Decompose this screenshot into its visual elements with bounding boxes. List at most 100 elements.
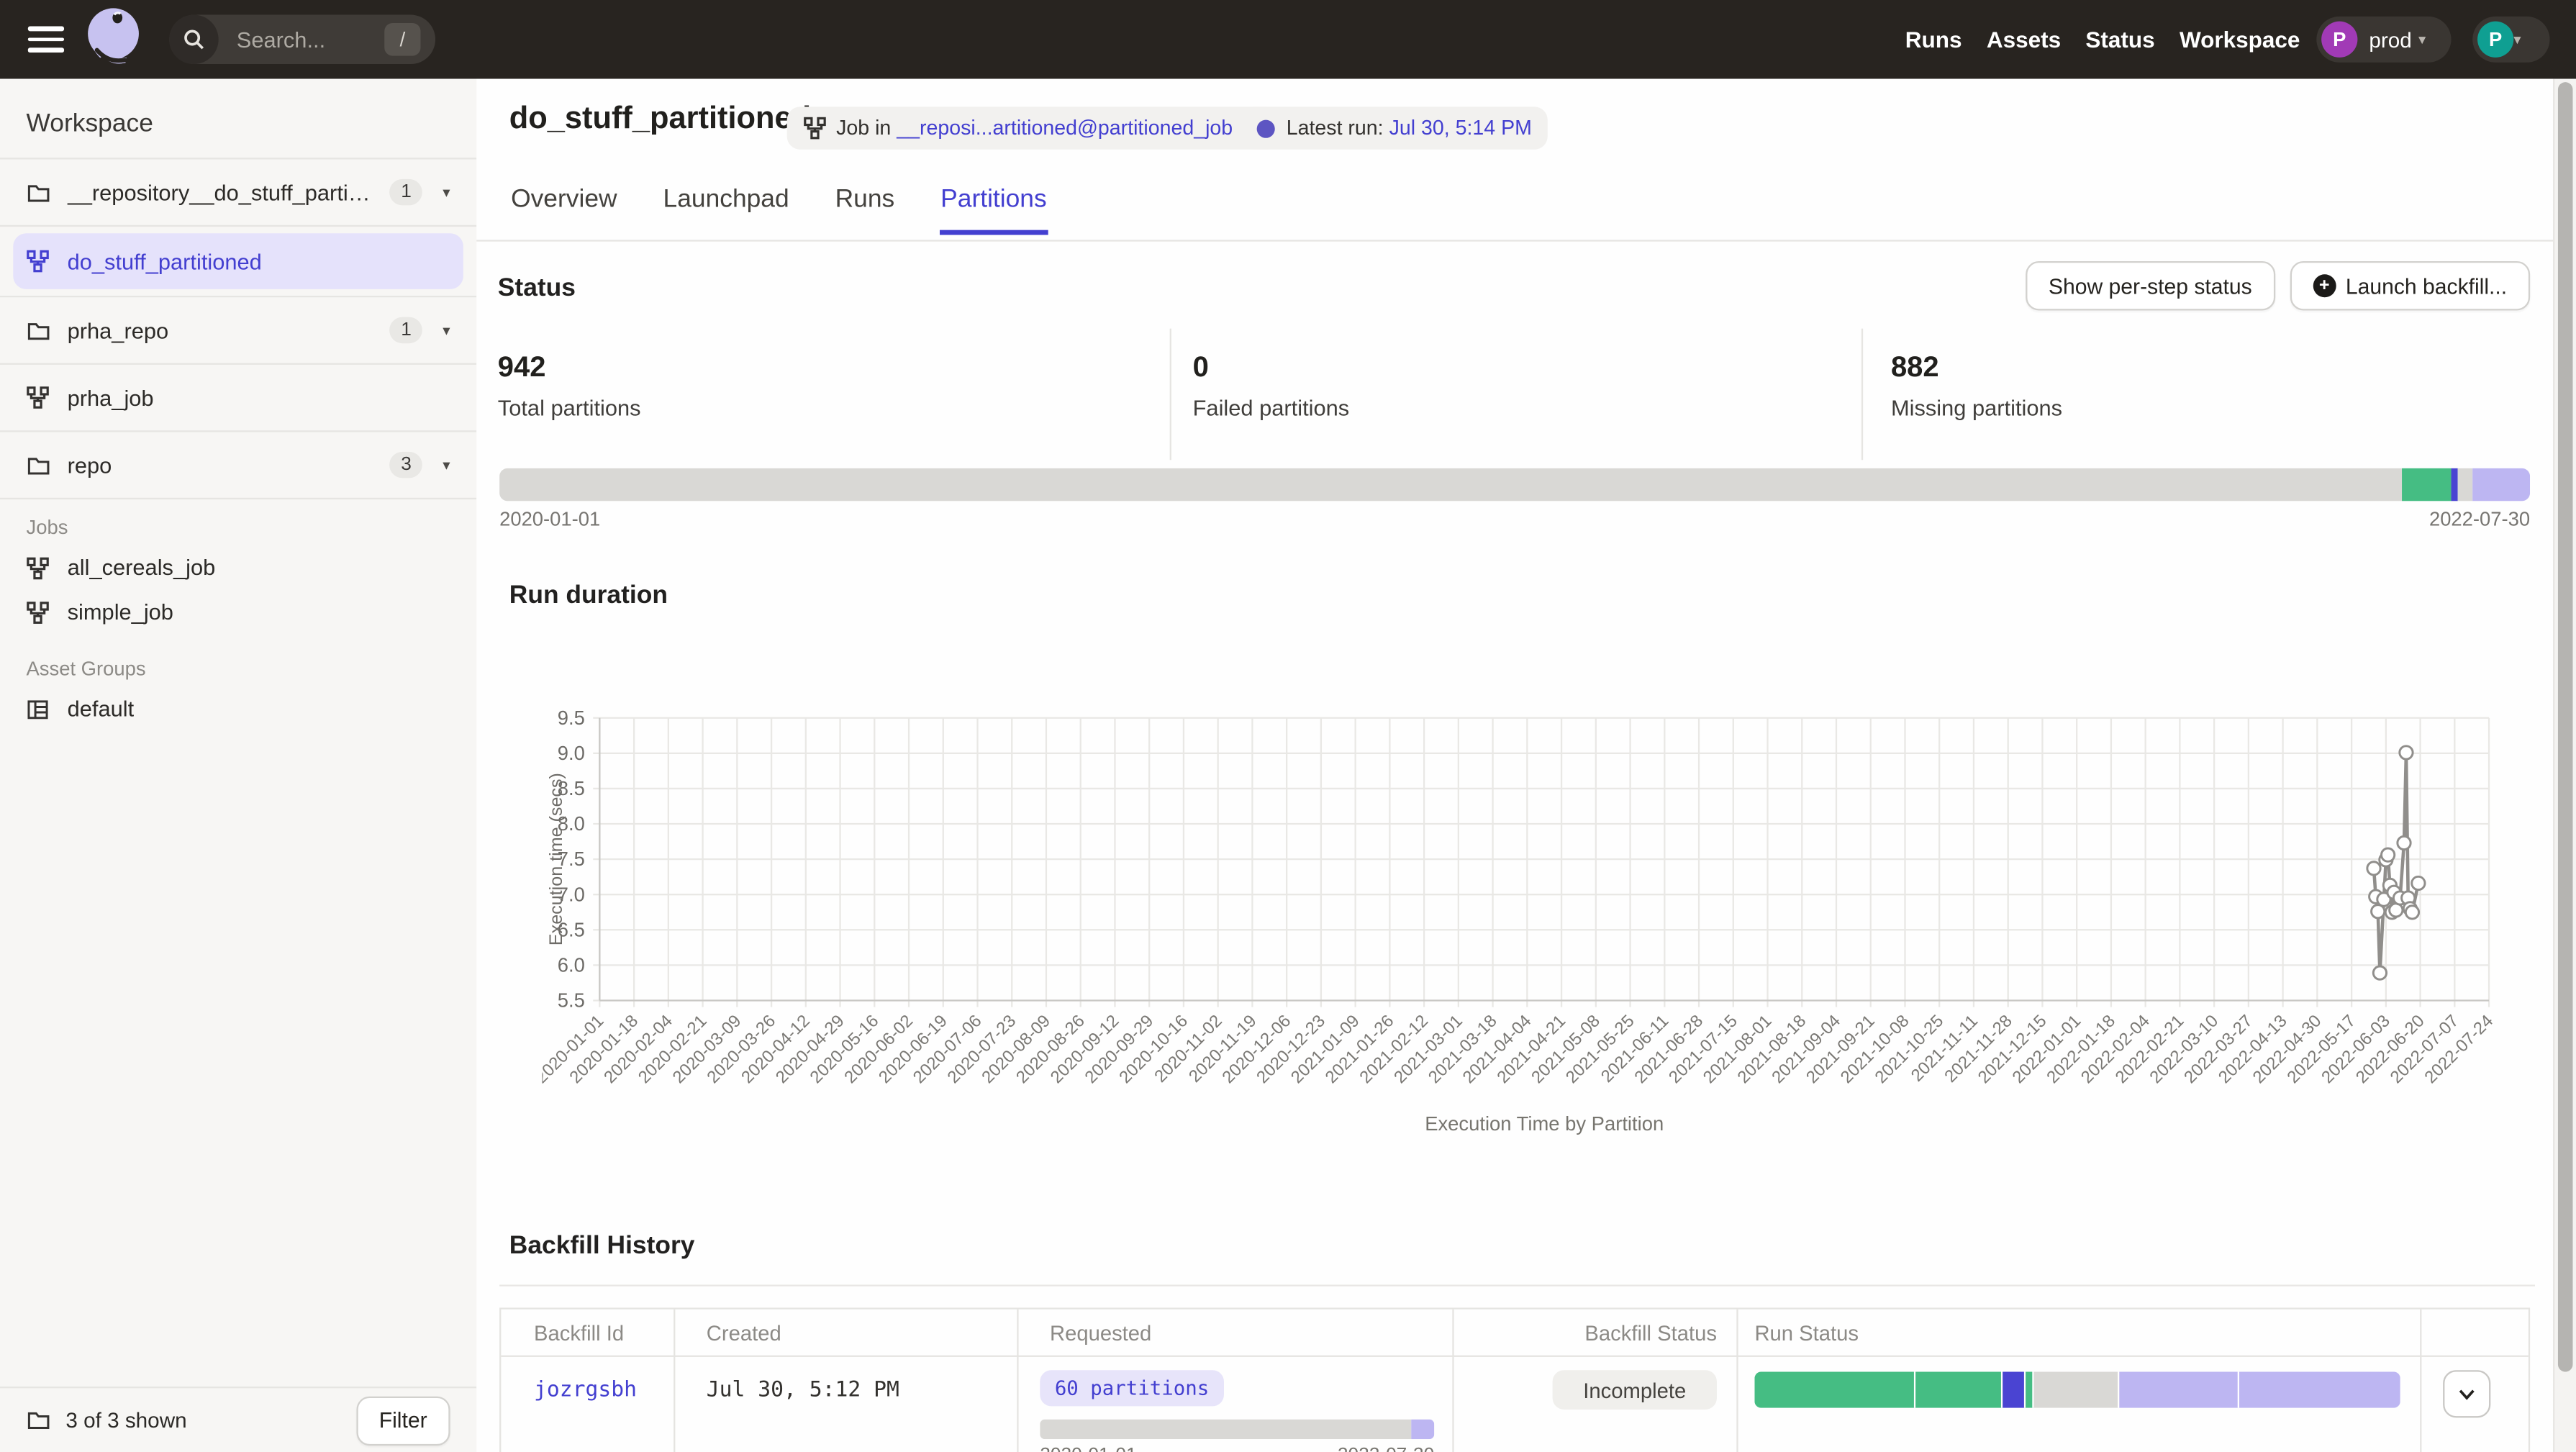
stat-total-partitions: 942Total partitions xyxy=(476,329,1170,460)
chevron-down-icon[interactable]: ▾ xyxy=(443,456,450,474)
backfill-history-heading: Backfill History xyxy=(509,1232,695,1261)
expand-row-button[interactable] xyxy=(2443,1370,2490,1417)
tab-launchpad[interactable]: Launchpad xyxy=(661,181,791,235)
dagster-logo-icon[interactable] xyxy=(82,5,145,74)
folder-icon xyxy=(27,453,51,477)
user-menu[interactable]: P ▾ xyxy=(2472,17,2549,63)
job-icon xyxy=(27,599,51,624)
job-icon xyxy=(27,555,51,580)
segment-lavender xyxy=(2240,1371,2400,1407)
segment-gray xyxy=(2457,468,2472,502)
folder-icon xyxy=(27,318,51,342)
launch-backfill-button[interactable]: +Launch backfill... xyxy=(2290,261,2530,310)
stat-missing-partitions: 882Missing partitions xyxy=(1861,329,2555,460)
section-divider xyxy=(499,1284,2535,1286)
backfill-table: Backfill Id Created Requested Backfill S… xyxy=(499,1307,2530,1452)
top-nav-workspace[interactable]: Workspace xyxy=(2180,27,2300,52)
chevron-down-icon: ▾ xyxy=(2418,30,2426,48)
hamburger-menu-icon[interactable] xyxy=(28,27,64,53)
job-tabs: Overview Launchpad Runs Partitions xyxy=(476,181,2554,241)
sidebar-item-label: prha_job xyxy=(68,385,154,409)
backfill-id-link[interactable]: jozrgsbh xyxy=(534,1379,637,1403)
tab-partitions[interactable]: Partitions xyxy=(939,181,1048,235)
top-nav-runs[interactable]: Runs xyxy=(1905,27,1962,52)
search-icon xyxy=(169,15,218,64)
stat-value: 942 xyxy=(498,350,1170,384)
requested-partitions-chip[interactable]: 60 partitions xyxy=(1040,1370,1224,1406)
sidebar-item-default[interactable]: default xyxy=(0,686,476,731)
sidebar-item-label: default xyxy=(68,696,135,721)
job-chip-prefix: Job in xyxy=(836,117,891,140)
job-origin-chip: Job in __reposi...artitioned@partitioned… xyxy=(787,106,1280,149)
sidebar-footer: 3 of 3 shown Filter xyxy=(0,1387,476,1452)
sidebar-item-repo[interactable]: repo3▾ xyxy=(0,432,476,499)
requested-range-start: 2020-01-01 xyxy=(1040,1446,1136,1452)
sidebar-section-heading: Asset Groups xyxy=(27,657,477,680)
page-title: do_stuff_partitioned xyxy=(509,102,811,138)
requested-progress-bar xyxy=(1040,1420,1434,1439)
top-nav-assets[interactable]: Assets xyxy=(1987,27,2061,52)
repo-count-label: 3 of 3 shown xyxy=(65,1408,186,1433)
show-per-step-status-button[interactable]: Show per-step status xyxy=(2026,261,2275,310)
sidebar-item-label: prha_repo xyxy=(68,318,169,342)
sidebar-item-simple-job[interactable]: simple_job xyxy=(0,590,476,635)
deployment-switcher[interactable]: P prod ▾ xyxy=(2316,17,2451,63)
segment-gray xyxy=(1040,1420,1411,1439)
tab-overview[interactable]: Overview xyxy=(509,181,619,235)
partition-bar-dates: 2020-01-01 2022-07-30 xyxy=(499,508,2530,531)
segment-green xyxy=(1916,1371,2003,1407)
global-search: / xyxy=(169,15,435,64)
sidebar-title: Workspace xyxy=(27,110,477,140)
latest-run-link[interactable]: Jul 30, 5:14 PM xyxy=(1389,117,1532,140)
sidebar-item-repository-do-stuff-partitio[interactable]: __repository__do_stuff_partitio... 1 ▾ xyxy=(0,159,476,227)
filter-button[interactable]: Filter xyxy=(356,1396,450,1445)
partition-stats: 942Total partitions0Failed partitions882… xyxy=(476,329,2554,460)
top-nav-status[interactable]: Status xyxy=(2085,27,2154,52)
chevron-down-icon xyxy=(2458,1387,2476,1400)
stat-failed-partitions: 0Failed partitions xyxy=(1170,329,1861,460)
chevron-down-icon: ▾ xyxy=(2513,30,2521,48)
chevron-down-icon[interactable]: ▾ xyxy=(443,183,450,201)
requested-range-dates: 2020-01-01 2022-07-30 xyxy=(1040,1446,1434,1452)
folder-icon xyxy=(27,1408,51,1433)
sidebar-item-do-stuff-partitioned[interactable]: do_stuff_partitioned xyxy=(0,233,476,297)
scrollbar-thumb[interactable] xyxy=(2557,82,2572,1371)
top-nav-links: Runs Assets Status Workspace xyxy=(1905,0,2300,79)
stat-value: 0 xyxy=(1193,350,1861,384)
page-scrollbar[interactable] xyxy=(2553,79,2576,1452)
tab-runs[interactable]: Runs xyxy=(833,181,896,235)
sidebar-item-prha-repo[interactable]: prha_repo1▾ xyxy=(0,297,476,365)
search-input[interactable] xyxy=(233,25,368,53)
partition-range-start: 2020-01-01 xyxy=(499,508,600,531)
partition-status-bar[interactable] xyxy=(499,468,2530,502)
grid-icon xyxy=(27,696,51,721)
plus-circle-icon: + xyxy=(2313,274,2336,297)
col-run-status: Run Status xyxy=(1754,1321,1859,1346)
search-shortcut-key: / xyxy=(384,23,420,56)
job-chip-link[interactable]: __reposi...artitioned@partitioned_job xyxy=(897,117,1233,140)
segment-lavender xyxy=(1411,1420,1434,1439)
repo-list: __repository__do_stuff_partitio... 1 ▾ do_s… xyxy=(0,158,476,499)
segment-green xyxy=(1754,1371,1916,1407)
job-icon xyxy=(27,385,51,409)
run-status-bar[interactable] xyxy=(1754,1371,2400,1407)
sidebar-item-all-cereals-job[interactable]: all_cereals_job xyxy=(0,545,476,590)
count-badge: 1 xyxy=(389,179,423,206)
partition-range-end: 2022-07-30 xyxy=(2429,508,2530,531)
count-badge: 3 xyxy=(389,452,423,478)
sidebar-item-prha-job[interactable]: prha_job xyxy=(0,365,476,432)
chevron-down-icon[interactable]: ▾ xyxy=(443,321,450,339)
backfill-row: jozrgsbh Jul 30, 5:12 PM 60 partitions 2… xyxy=(501,1357,2528,1452)
sidebar-item-label: __repository__do_stuff_partitio... xyxy=(68,180,376,204)
segment-blue xyxy=(2003,1371,2026,1407)
sidebar-item-label: all_cereals_job xyxy=(68,555,216,580)
segment-blue xyxy=(2452,468,2457,502)
backfill-status-badge: Incomplete xyxy=(1553,1370,1717,1410)
latest-run-label: Latest run: xyxy=(1287,117,1384,140)
col-requested: Requested xyxy=(1050,1321,1151,1346)
col-backfill-status: Backfill Status xyxy=(1572,1321,1717,1346)
status-heading: Status xyxy=(498,274,576,304)
job-icon xyxy=(803,117,826,140)
backfill-table-header: Backfill Id Created Requested Backfill S… xyxy=(501,1310,2528,1357)
folder-icon xyxy=(27,180,51,204)
